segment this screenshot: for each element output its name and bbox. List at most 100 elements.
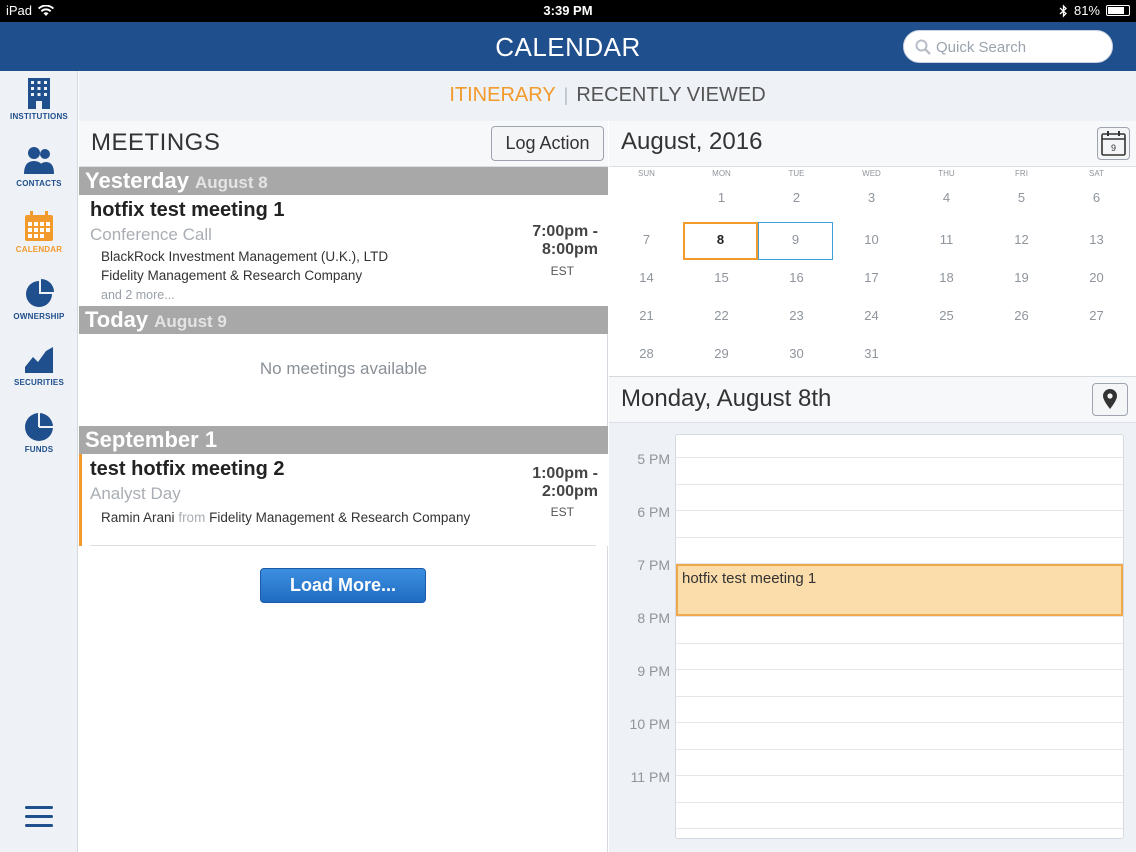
hour-gridline — [676, 669, 1123, 670]
weekday-label: WED — [862, 169, 881, 178]
meeting-item[interactable]: hotfix test meeting 1 Conference Call Bl… — [79, 195, 608, 306]
hour-label: 7 PM — [637, 557, 670, 573]
hour-gridline — [676, 801, 1123, 803]
calendar-day[interactable]: 8 — [683, 222, 758, 260]
calendar-day[interactable]: 1 — [684, 180, 759, 218]
from-word: from — [178, 510, 206, 525]
log-action-button[interactable]: Log Action — [491, 126, 604, 161]
calendar-day[interactable]: 24 — [834, 298, 909, 336]
weekday-label: TUE — [788, 169, 805, 178]
calendar-day[interactable]: 26 — [984, 298, 1059, 336]
calendar-icon — [25, 211, 53, 241]
meeting-organization: BlackRock Investment Management (U.K.), … — [101, 249, 389, 264]
hour-gridline — [676, 695, 1123, 697]
app-header: CALENDAR — [0, 22, 1136, 71]
calendar-day[interactable]: 20 — [1059, 260, 1134, 298]
load-more-button[interactable]: Load More... — [260, 568, 426, 603]
calendar-day[interactable]: 2 — [759, 180, 834, 218]
weekday-label: SAT — [1089, 169, 1104, 178]
tab-itinerary[interactable]: ITINERARY — [449, 84, 555, 106]
calendar-day[interactable]: 6 — [1059, 180, 1134, 218]
meetings-title: MEETINGS — [91, 129, 221, 156]
calendar-day[interactable]: 28 — [609, 336, 684, 374]
meeting-time-start: 1:00pm - — [532, 465, 598, 482]
calendar-day[interactable]: 12 — [984, 222, 1059, 260]
calendar-day[interactable]: 4 — [909, 180, 984, 218]
search-icon — [915, 39, 931, 55]
hour-gridline — [676, 775, 1123, 776]
calendar-day[interactable]: 27 — [1059, 298, 1134, 336]
calendar-day[interactable]: 11 — [909, 222, 984, 260]
month-title: August, 2016 — [621, 128, 763, 155]
sidebar-item-contacts[interactable]: CONTACTS — [0, 144, 78, 200]
battery-icon — [1106, 5, 1130, 16]
hamburger-menu-icon[interactable] — [24, 804, 54, 830]
weekday-label: MON — [712, 169, 731, 178]
calendar-day[interactable]: 23 — [759, 298, 834, 336]
month-calendar: August, 2016 9 SUN MON TUE WED THU FRI SAT 123… — [609, 121, 1136, 377]
meeting-name: hotfix test meeting 1 — [90, 199, 285, 221]
sidebar-item-label: OWNERSHIP — [13, 312, 65, 321]
more-attendees-link[interactable]: and 2 more... — [101, 288, 175, 302]
calendar-day[interactable]: 5 — [984, 180, 1059, 218]
weekday-label: THU — [938, 169, 955, 178]
calendar-day[interactable]: 31 — [834, 336, 909, 374]
sidebar-item-securities[interactable]: SECURITIES — [0, 343, 78, 399]
calendar-day[interactable]: 18 — [909, 260, 984, 298]
battery-percent: 81% — [1073, 3, 1100, 18]
hour-label: 6 PM — [637, 504, 670, 520]
hour-gridline — [676, 722, 1123, 723]
meetings-panel: MEETINGS Log Action Yesterday August 8 ho… — [79, 121, 608, 852]
calendar-day[interactable]: 9 — [758, 222, 833, 260]
calendar-day[interactable]: 7 — [609, 222, 684, 260]
calendar-event[interactable]: hotfix test meeting 1 — [676, 564, 1123, 616]
calendar-day[interactable]: 14 — [609, 260, 684, 298]
calendar-day[interactable]: 25 — [909, 298, 984, 336]
hour-label: 5 PM — [637, 451, 670, 467]
meetings-header: MEETINGS Log Action — [79, 121, 608, 167]
sidebar: INSTITUTIONS CONTACTS CALENDAR OWNERSHIP — [0, 71, 78, 852]
calendar-day[interactable]: 13 — [1059, 222, 1134, 260]
location-button[interactable] — [1092, 383, 1128, 416]
calendar-day[interactable]: 16 — [759, 260, 834, 298]
day-group-header: Yesterday August 8 — [79, 167, 608, 195]
calendar-header: August, 2016 9 — [609, 121, 1136, 167]
weekday-label: FRI — [1015, 169, 1028, 178]
calendar-today-button[interactable]: 9 — [1097, 127, 1130, 160]
sidebar-item-funds[interactable]: FUNDS — [0, 410, 78, 466]
meeting-attendee: Ramin Arani from Fidelity Management & R… — [101, 510, 470, 525]
day-view-body: 5 PM 6 PM 7 PM 8 PM 9 PM 10 PM 11 PM hotfix te… — [609, 423, 1136, 852]
hour-gridline — [676, 616, 1123, 617]
tab-recently-viewed[interactable]: RECENTLY VIEWED — [576, 84, 765, 106]
calendar-day[interactable]: 29 — [684, 336, 759, 374]
day-label: Yesterday — [85, 168, 189, 193]
sidebar-item-ownership[interactable]: OWNERSHIP — [0, 277, 78, 333]
sidebar-item-calendar[interactable]: CALENDAR — [0, 210, 78, 266]
view-tabs: ITINERARY | RECENTLY VIEWED — [79, 71, 1136, 121]
calendar-day[interactable]: 22 — [684, 298, 759, 336]
calendar-day[interactable]: 30 — [759, 336, 834, 374]
calendar-day[interactable]: 21 — [609, 298, 684, 336]
day-label: September 1 — [85, 427, 218, 452]
event-title: hotfix test meeting 1 — [682, 570, 817, 587]
calendar-day[interactable]: 19 — [984, 260, 1059, 298]
calendar-day[interactable]: 10 — [834, 222, 909, 260]
hour-label: 8 PM — [637, 610, 670, 626]
calendar-day[interactable]: 3 — [834, 180, 909, 218]
day-view: Monday, August 8th 5 PM 6 PM 7 PM 8 PM 9 PM 1… — [609, 377, 1136, 852]
calendar-day[interactable]: 17 — [834, 260, 909, 298]
hour-grid: hotfix test meeting 1 — [675, 434, 1124, 839]
hour-label: 11 PM — [630, 769, 670, 785]
quick-search[interactable] — [903, 30, 1113, 63]
pie-chart-icon — [26, 279, 54, 307]
area-chart-icon — [25, 347, 53, 373]
calendar-day[interactable]: 15 — [684, 260, 759, 298]
search-input[interactable] — [936, 37, 1106, 58]
hour-gridline — [676, 828, 1123, 829]
hour-gridline — [676, 483, 1123, 485]
day-label: Today — [85, 307, 149, 332]
meeting-item[interactable]: test hotfix meeting 2 Analyst Day Ramin … — [79, 454, 608, 546]
meeting-type: Conference Call — [90, 225, 212, 244]
sidebar-item-institutions[interactable]: INSTITUTIONS — [0, 77, 78, 133]
pie-chart-icon — [25, 413, 53, 441]
